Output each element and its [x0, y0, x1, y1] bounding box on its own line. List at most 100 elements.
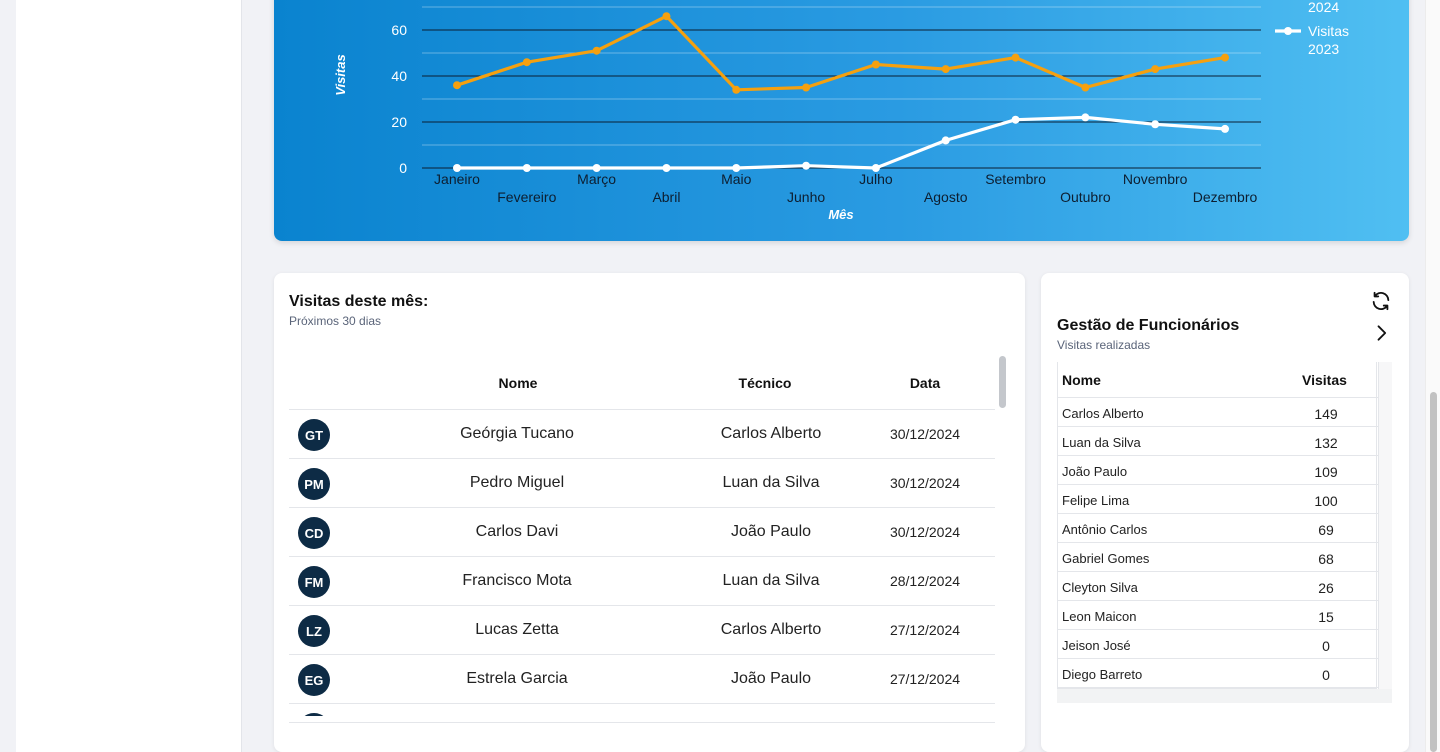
data-point	[1081, 113, 1090, 122]
employee-visits: 100	[1314, 493, 1338, 509]
technician-name: João Paulo	[730, 523, 812, 540]
x-tick-label: Novembro	[1123, 171, 1188, 187]
column-header-date[interactable]: Data	[910, 375, 940, 391]
table-row[interactable]: Jeison José 0	[1058, 630, 1378, 659]
avatar: FM	[298, 566, 330, 598]
table-vertical-scrollbar[interactable]	[1378, 362, 1392, 703]
data-point	[1081, 83, 1090, 92]
table-row[interactable]: LZ Lucas Zetta Carlos Alberto 27/12/2024	[289, 606, 995, 655]
data-point	[941, 136, 950, 145]
table-row[interactable]: João Paulo 109	[1058, 456, 1378, 485]
visits-line-chart: 0 20 40 60 Visitas Janeiro Fevereiro Março Abril…	[333, 0, 1349, 222]
table-header: Nome Técnico Data	[289, 353, 995, 410]
refresh-icon[interactable]	[1369, 289, 1393, 313]
data-point	[941, 65, 950, 74]
avatar: LZ	[298, 615, 330, 647]
avatar: EG	[298, 664, 330, 696]
x-tick-label: Dezembro	[1193, 189, 1258, 205]
table-row[interactable]: Diego Barreto 0	[1058, 659, 1378, 688]
employee-name: Cleyton Silva	[1062, 580, 1138, 595]
table-vertical-scrollbar[interactable]	[995, 353, 1009, 723]
employee-visits: 149	[1314, 406, 1338, 422]
table-row[interactable]: Leon Maicon 15	[1058, 601, 1378, 630]
data-point	[1011, 53, 1020, 62]
data-point	[522, 58, 531, 67]
technician-name: Carlos Alberto	[720, 425, 822, 442]
employee-visits: 132	[1314, 435, 1338, 451]
technician-name: Luan da Silva	[722, 572, 820, 589]
data-point	[662, 12, 671, 21]
visit-date: 27/12/2024	[889, 671, 961, 687]
employee-visits: 15	[1318, 609, 1334, 625]
table-row[interactable]: PM Pedro Miguel Luan da Silva 30/12/2024	[289, 459, 995, 508]
technician-name: João Paulo	[730, 670, 812, 687]
employee-name: Carlos Alberto	[1062, 406, 1144, 421]
sidebar	[16, 0, 242, 752]
page-scrollbar[interactable]	[1425, 0, 1440, 752]
legend-text: 2024	[1308, 0, 1339, 15]
data-point	[662, 164, 671, 172]
employee-name: Leon Maicon	[1062, 609, 1137, 624]
visit-date: 27/12/2024	[889, 622, 961, 638]
column-header-name[interactable]: Nome	[499, 375, 538, 391]
upcoming-visits-title: Visitas deste mês:	[289, 293, 429, 310]
employee-name: Gabriel Gomes	[1062, 551, 1150, 566]
upcoming-visits-subtitle: Próximos 30 dias	[289, 314, 382, 328]
employee-name: Felipe Lima	[1062, 493, 1130, 508]
employee-name: Diego Barreto	[1062, 667, 1143, 682]
x-tick-label: Março	[577, 171, 616, 187]
avatar: GT	[298, 419, 330, 451]
table-row[interactable]: Gabriel Gomes 68	[1058, 543, 1378, 572]
employee-visits: 26	[1318, 580, 1334, 596]
staff-visits-table: Nome Visitas Carlos Alberto 149 Luan da Si…	[1057, 362, 1378, 689]
chevron-right-icon[interactable]	[1369, 321, 1393, 345]
employee-name: João Paulo	[1062, 464, 1128, 479]
table-row[interactable]: CD Carlos Davi João Paulo 30/12/2024	[289, 508, 995, 557]
table-row[interactable]: Luan da Silva 132	[1058, 427, 1378, 456]
table-row[interactable]: Carlos Alberto 149	[1058, 398, 1378, 427]
visit-date: 30/12/2024	[889, 426, 961, 442]
staff-management-subtitle: Visitas realizadas	[1057, 338, 1151, 352]
data-point	[1151, 65, 1160, 74]
table-row[interactable]: Felipe Lima 100	[1058, 485, 1378, 514]
avatar: PM	[298, 468, 330, 500]
employee-visits: 68	[1318, 551, 1334, 567]
x-tick-label: Julho	[859, 171, 893, 187]
data-point	[871, 60, 880, 69]
visits-chart-card: 0 20 40 60 Visitas Janeiro Fevereiro Março Abril…	[274, 0, 1409, 241]
x-tick-label: Abril	[652, 189, 680, 205]
upcoming-visits-card: Visitas deste mês: Próximos 30 dias Nome…	[274, 273, 1025, 752]
data-point	[453, 164, 461, 172]
x-tick-label: Junho	[787, 189, 825, 205]
employee-visits: 109	[1314, 464, 1338, 480]
table-row[interactable]: GT Geórgia Tucano Carlos Alberto 30/12/2024	[289, 410, 995, 459]
legend-text: Visitas	[1308, 23, 1349, 39]
table-row[interactable]: Antônio Carlos 69	[1058, 514, 1378, 543]
data-point	[1221, 124, 1229, 133]
client-name: Estrela Garcia	[466, 670, 568, 687]
table-horizontal-scrollbar[interactable]	[1057, 689, 1392, 703]
data-point	[802, 83, 811, 92]
x-tick-label: Janeiro	[434, 171, 480, 187]
staff-management-card: Gestão de Funcionários Visitas realizada…	[1041, 273, 1409, 752]
column-header-name[interactable]: Nome	[1062, 372, 1101, 388]
client-name: Francisco Mota	[462, 572, 572, 589]
client-name: Carlos Davi	[475, 523, 559, 540]
upcoming-visits-table: Nome Técnico Data GT Geórgia Tucano Carlos…	[289, 353, 995, 716]
data-point	[592, 164, 601, 172]
y-tick-label: 20	[391, 114, 407, 130]
data-point	[871, 164, 880, 172]
legend-swatch-dot	[1284, 27, 1292, 35]
x-tick-label: Outubro	[1060, 189, 1111, 205]
table-row[interactable]: Cleyton Silva 26	[1058, 572, 1378, 601]
table-row[interactable]	[289, 704, 995, 716]
y-tick-label: 40	[391, 68, 407, 84]
column-header-technician[interactable]: Técnico	[739, 375, 792, 391]
page-scrollbar-thumb[interactable]	[1430, 392, 1437, 752]
scrollbar-thumb[interactable]	[999, 356, 1006, 408]
table-row[interactable]: FM Francisco Mota Luan da Silva 28/12/2024	[289, 557, 995, 606]
column-header-visits[interactable]: Visitas	[1302, 372, 1347, 388]
table-horizontal-scrollbar[interactable]	[289, 722, 995, 736]
employee-name: Jeison José	[1062, 638, 1131, 653]
table-row[interactable]: EG Estrela Garcia João Paulo 27/12/2024	[289, 655, 995, 704]
